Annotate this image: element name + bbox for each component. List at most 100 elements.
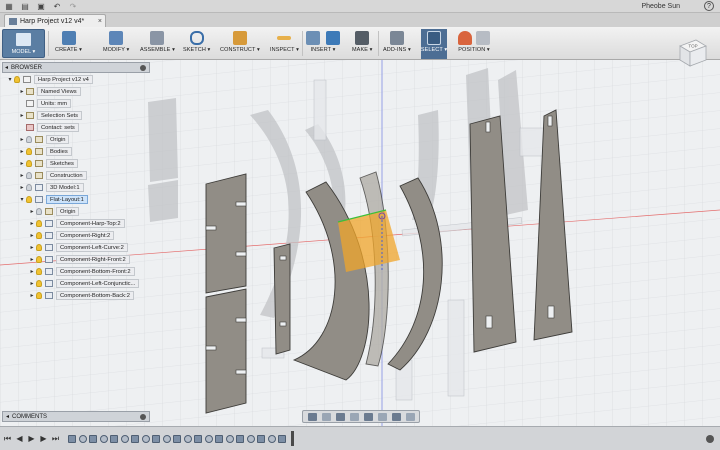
tree-item-component[interactable]: ▸ Component-Harp-Top:2: [28, 218, 125, 228]
timeline-step-forward-icon[interactable]: ▶: [39, 434, 48, 443]
viewports-icon[interactable]: [405, 412, 415, 421]
orbit-icon[interactable]: [307, 412, 317, 421]
comments-panel-header[interactable]: ◂ COMMENTS: [2, 411, 150, 422]
collapse-browser-icon[interactable]: ◂: [5, 64, 8, 71]
tree-expander-icon[interactable]: ▸: [18, 112, 26, 119]
timeline-joint-icon[interactable]: [204, 434, 213, 443]
tree-item-component[interactable]: ▸ Component-Left-Curve:2: [28, 242, 128, 252]
tree-expander-icon[interactable]: ▸: [28, 232, 36, 239]
grid-settings-icon[interactable]: [391, 412, 401, 421]
tree-expander-icon[interactable]: ▸: [28, 268, 36, 275]
tree-item-component[interactable]: ▸ Component-Right-Front:2: [28, 254, 130, 264]
visibility-bulb-icon[interactable]: [26, 171, 32, 179]
tree-expander-icon[interactable]: ▸: [28, 208, 36, 215]
tree-item-units[interactable]: Units: mm: [18, 98, 72, 108]
inspect-menu[interactable]: INSPECT ▾: [270, 29, 299, 59]
timeline-feature-icon[interactable]: [215, 434, 223, 443]
timeline-joint-icon[interactable]: [225, 434, 234, 443]
visibility-bulb-icon[interactable]: [26, 183, 32, 191]
pan-icon[interactable]: [335, 412, 345, 421]
tree-item-flat-layout[interactable]: ▾ Flat-Layout:1: [18, 194, 88, 204]
user-name[interactable]: Pheobe Sun: [641, 3, 680, 10]
visibility-bulb-icon[interactable]: [36, 219, 42, 227]
timeline-start-icon[interactable]: ⏮: [3, 434, 12, 443]
timeline-feature-icon[interactable]: [152, 434, 160, 443]
visibility-bulb-icon[interactable]: [36, 243, 42, 251]
visibility-bulb-icon[interactable]: [26, 147, 32, 155]
timeline-settings-icon[interactable]: [706, 434, 714, 443]
zoom-icon[interactable]: [349, 412, 359, 421]
look-at-icon[interactable]: [321, 412, 331, 421]
assemble-menu[interactable]: ASSEMBLE ▾: [140, 29, 175, 59]
close-tab-icon[interactable]: ×: [98, 18, 102, 25]
modify-menu[interactable]: MODIFY ▾: [103, 29, 129, 59]
timeline-feature-icon[interactable]: [236, 434, 244, 443]
browser-pin-icon[interactable]: [140, 64, 146, 71]
tree-item-component[interactable]: ▸ Component-Bottom-Back:2: [28, 290, 134, 300]
timeline-step-back-icon[interactable]: ◀: [15, 434, 24, 443]
tree-expander-icon[interactable]: ▸: [28, 220, 36, 227]
position-menu[interactable]: POSITION ▾: [458, 29, 490, 59]
zoom-window-icon[interactable]: [363, 412, 373, 421]
visibility-bulb-icon[interactable]: [26, 159, 32, 167]
timeline-joint-icon[interactable]: [246, 434, 255, 443]
tree-item-bodies[interactable]: ▸ Bodies: [18, 146, 72, 156]
make-menu[interactable]: MAKE ▾: [352, 29, 372, 59]
view-cube[interactable]: TOP: [676, 36, 710, 70]
browser-panel-header[interactable]: ◂ BROWSER: [2, 62, 150, 73]
timeline-joint-icon[interactable]: [183, 434, 192, 443]
timeline-feature-icon[interactable]: [89, 434, 97, 443]
timeline-end-icon[interactable]: ⏭: [51, 434, 60, 443]
tree-expander-icon[interactable]: ▸: [18, 136, 26, 143]
insert-menu[interactable]: INSERT ▾: [306, 29, 340, 59]
tree-expander-icon[interactable]: ▾: [18, 196, 26, 203]
timeline-feature-icon[interactable]: [278, 434, 286, 443]
timeline-joint-icon[interactable]: [267, 434, 276, 443]
document-tab[interactable]: Harp Project v12 v4* ×: [4, 14, 106, 27]
visibility-bulb-icon[interactable]: [36, 207, 42, 215]
visibility-bulb-icon[interactable]: [36, 267, 42, 275]
timeline-feature-icon[interactable]: [194, 434, 202, 443]
tree-expander-icon[interactable]: ▸: [18, 184, 26, 191]
tree-expander-icon[interactable]: ▸: [28, 292, 36, 299]
tree-expander-icon[interactable]: ▾: [6, 76, 14, 83]
tree-item-sketches[interactable]: ▸ Sketches: [18, 158, 78, 168]
tree-expander-icon[interactable]: ▸: [18, 160, 26, 167]
tree-item-component[interactable]: ▸ Component-Bottom-Front:2: [28, 266, 135, 276]
timeline-joint-icon[interactable]: [78, 434, 87, 443]
tree-item-construction[interactable]: ▸ Construction: [18, 170, 87, 180]
tree-expander-icon[interactable]: ▸: [28, 280, 36, 287]
add-comment-icon[interactable]: [140, 413, 146, 420]
visibility-bulb-icon[interactable]: [26, 195, 32, 203]
tree-expander-icon[interactable]: ▸: [28, 256, 36, 263]
timeline-play-icon[interactable]: ▶: [27, 434, 36, 443]
tree-item-named-views[interactable]: ▸ Named Views: [18, 86, 81, 96]
timeline-feature-icon[interactable]: [131, 434, 139, 443]
timeline-feature-icon[interactable]: [173, 434, 181, 443]
visibility-bulb-icon[interactable]: [26, 135, 32, 143]
tree-expander-icon[interactable]: ▸: [28, 244, 36, 251]
add-ins-menu[interactable]: ADD-INS ▾: [383, 29, 411, 59]
tree-expander-icon[interactable]: ▸: [18, 148, 26, 155]
timeline-feature-icon[interactable]: [257, 434, 265, 443]
timeline-joint-icon[interactable]: [120, 434, 129, 443]
sketch-menu[interactable]: SKETCH ▾: [183, 29, 210, 59]
construct-menu[interactable]: CONSTRUCT ▾: [220, 29, 260, 59]
file-menu-icon[interactable]: ▤: [18, 1, 32, 12]
tree-item-origin-sub[interactable]: ▸ Origin: [28, 206, 80, 216]
undo-icon[interactable]: ↶: [50, 1, 64, 12]
timeline-joint-icon[interactable]: [141, 434, 150, 443]
select-menu[interactable]: SELECT ▾: [421, 29, 447, 59]
tree-item-root[interactable]: ▾ Harp Project v12 v4: [6, 74, 93, 84]
tree-item-component[interactable]: ▸ Component-Left-Conjunctic...: [28, 278, 140, 288]
display-settings-icon[interactable]: [377, 412, 387, 421]
tree-item-selection-sets[interactable]: ▸ Selection Sets: [18, 110, 83, 120]
visibility-bulb-icon[interactable]: [36, 291, 42, 299]
tree-expander-icon[interactable]: ▸: [18, 172, 26, 179]
tree-item-component[interactable]: ▸ Component-Right:2: [28, 230, 115, 240]
redo-icon[interactable]: ↷: [66, 1, 80, 12]
timeline-feature-icon[interactable]: [68, 434, 76, 443]
timeline-joint-icon[interactable]: [162, 434, 171, 443]
visibility-bulb-icon[interactable]: [36, 231, 42, 239]
app-grid-icon[interactable]: ▦: [2, 1, 16, 12]
